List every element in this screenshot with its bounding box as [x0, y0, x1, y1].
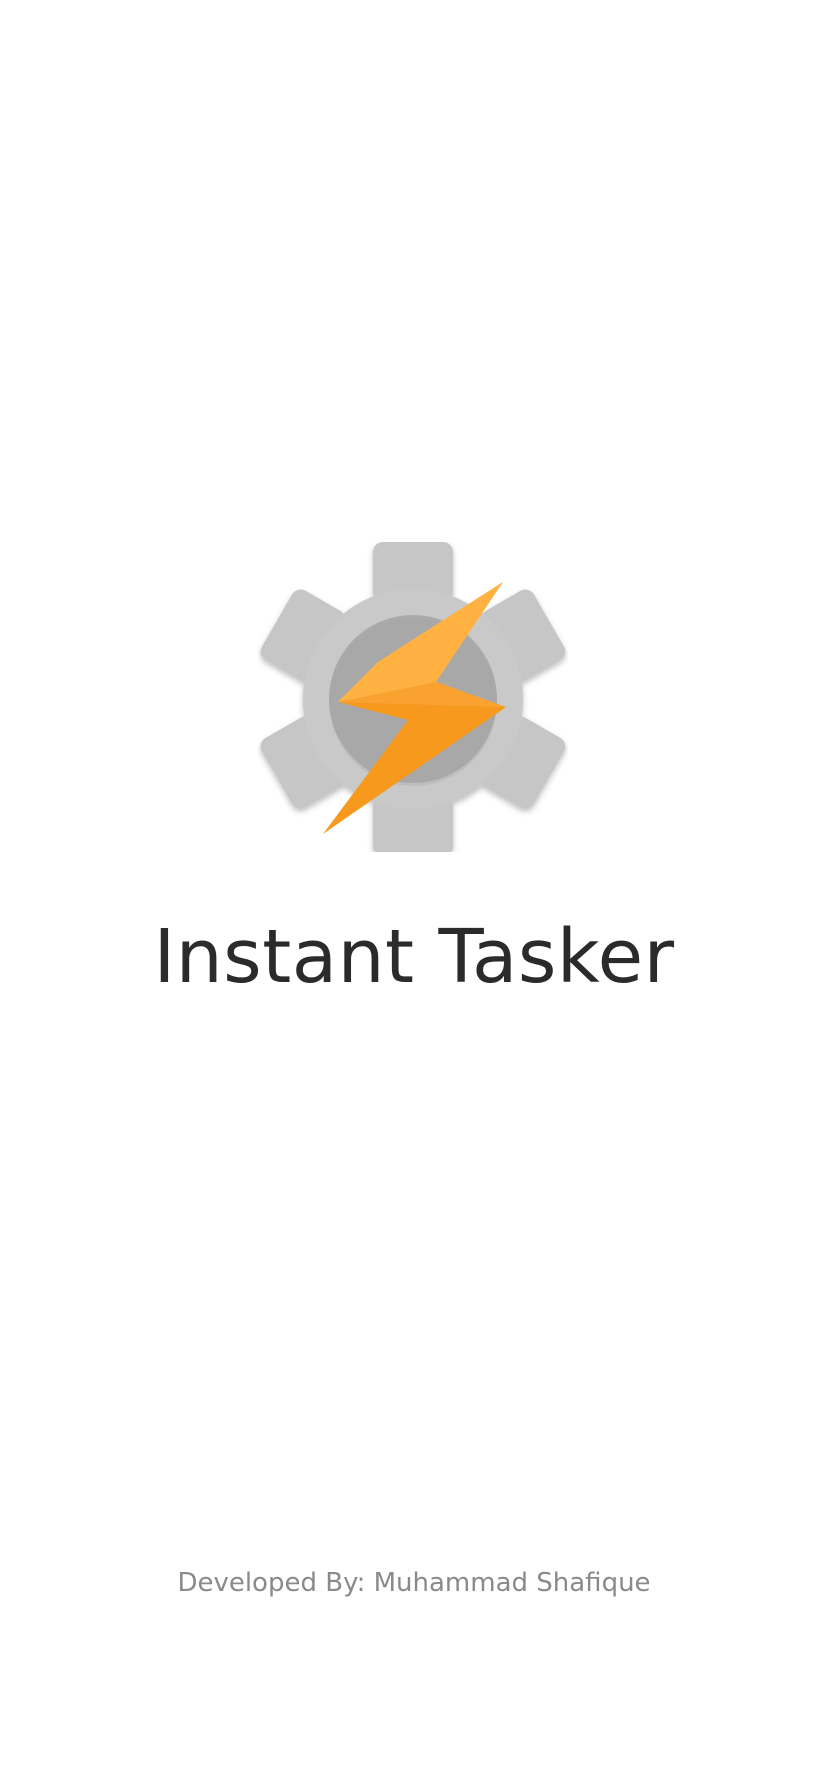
app-title: Instant Tasker: [153, 914, 675, 1000]
developer-credit: Developed By: Muhammad Shafique: [177, 1568, 651, 1598]
splash-screen: Instant Tasker Developed By: Muhammad Sh…: [0, 0, 828, 1792]
tasker-gear-lightning-icon: [258, 542, 568, 852]
